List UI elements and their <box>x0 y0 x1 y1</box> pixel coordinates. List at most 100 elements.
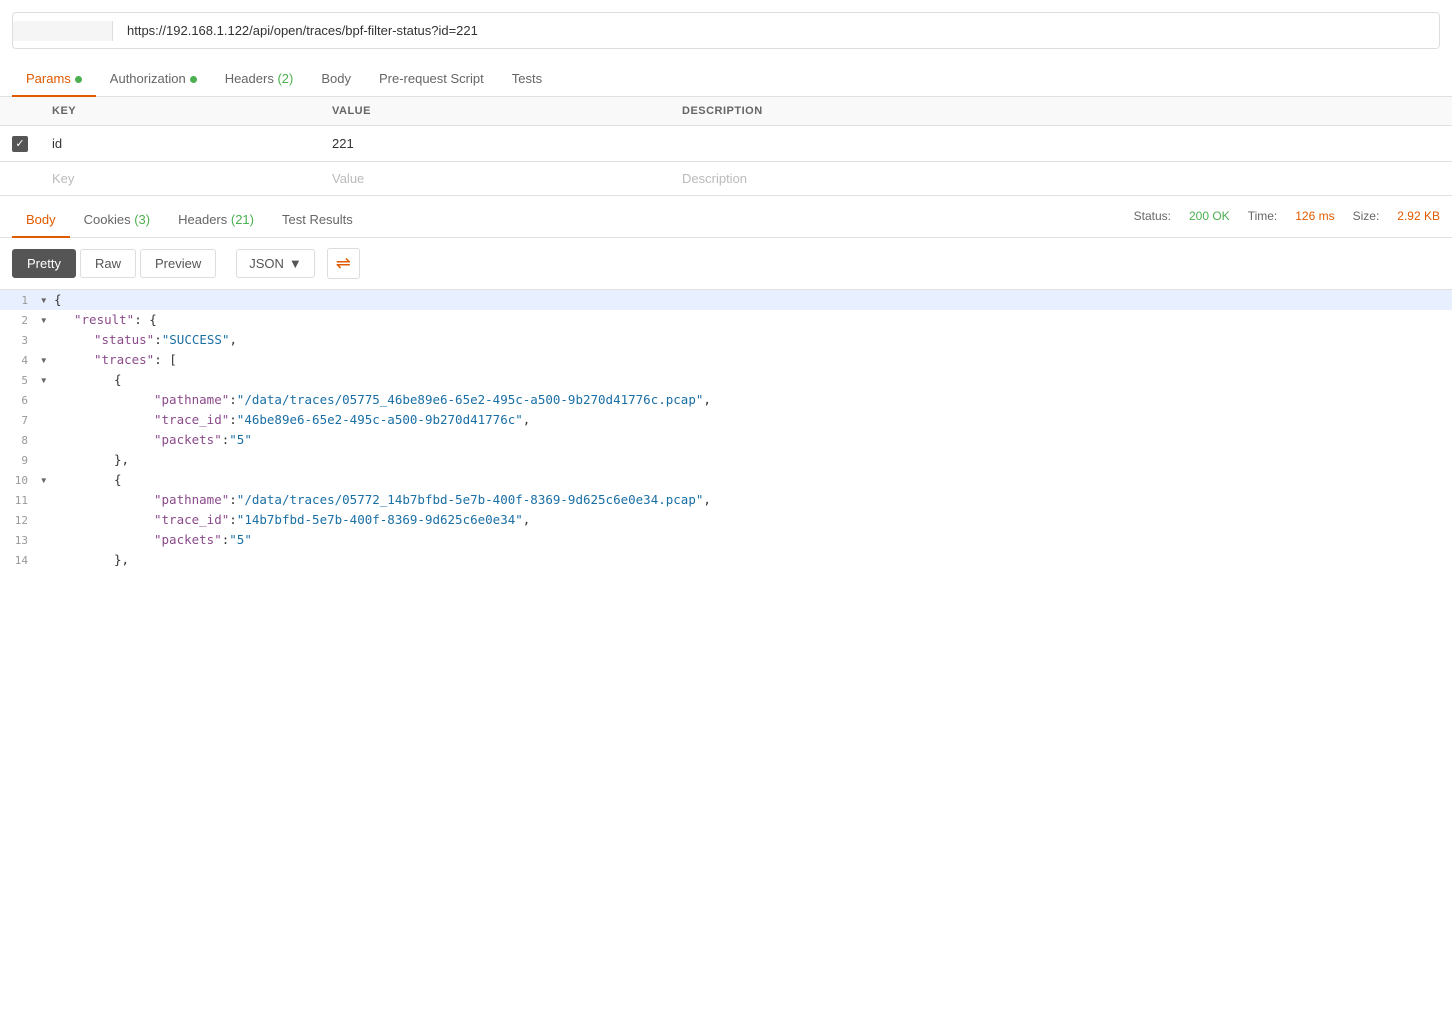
line-arrow-4[interactable]: ▾ <box>40 350 54 370</box>
line-arrow-5[interactable]: ▾ <box>40 370 54 390</box>
request-tabs: Params Authorization Headers (2) Body Pr… <box>0 61 1452 97</box>
response-status: Status: 200 OK Time: 126 ms Size: 2.92 K… <box>1134 209 1440 229</box>
line-num-5: 5 <box>8 372 40 390</box>
json-line-14: 14 }, <box>0 550 1452 570</box>
line-arrow-9 <box>40 450 54 470</box>
json-line-1: 1 ▾ { <box>0 290 1452 310</box>
tab-headers[interactable]: Headers (2) <box>211 61 308 96</box>
format-type-chevron: ▼ <box>289 256 302 271</box>
json-line-7: 7 "trace_id": "46be89e6-65e2-495c-a500-9… <box>0 410 1452 430</box>
preview-button[interactable]: Preview <box>140 249 216 278</box>
row-key: id <box>40 126 320 162</box>
tab-params[interactable]: Params <box>12 61 96 96</box>
line-arrow-3 <box>40 330 54 350</box>
tab-response-body-label: Body <box>26 212 56 227</box>
line-arrow-6 <box>40 390 54 410</box>
line-num-14: 14 <box>8 552 40 570</box>
line-num-8: 8 <box>8 432 40 450</box>
tab-tests[interactable]: Tests <box>498 61 556 96</box>
tab-response-headers[interactable]: Headers (21) <box>164 202 268 237</box>
line-num-12: 12 <box>8 512 40 530</box>
line-arrow-11 <box>40 490 54 510</box>
tab-test-results-label: Test Results <box>282 212 353 227</box>
headers-count: (2) <box>277 71 293 86</box>
row-description <box>670 126 1452 162</box>
method-selector[interactable] <box>13 21 113 41</box>
json-line-12: 12 "trace_id": "14b7bfbd-5e7b-400f-8369-… <box>0 510 1452 530</box>
tab-cookies[interactable]: Cookies (3) <box>70 202 164 237</box>
line-arrow-10[interactable]: ▾ <box>40 470 54 490</box>
line-num-11: 11 <box>8 492 40 510</box>
row-checkbox[interactable]: ✓ <box>12 136 28 152</box>
table-row: ✓ id 221 <box>0 126 1452 162</box>
size-value: 2.92 KB <box>1397 209 1440 223</box>
row-checkbox-cell: ✓ <box>0 126 40 162</box>
line-num-13: 13 <box>8 532 40 550</box>
response-headers-count: (21) <box>231 212 254 227</box>
table-row-empty: Key Value Description <box>0 161 1452 195</box>
time-label: Time: <box>1248 209 1278 223</box>
line-arrow-14 <box>40 550 54 570</box>
json-line-9: 9 }, <box>0 450 1452 470</box>
empty-description[interactable]: Description <box>670 161 1452 195</box>
line-arrow-8 <box>40 430 54 450</box>
line-arrow-2[interactable]: ▾ <box>40 310 54 330</box>
response-section-header: Body Cookies (3) Headers (21) Test Resul… <box>0 202 1452 238</box>
line-arrow-12 <box>40 510 54 530</box>
line-num-9: 9 <box>8 452 40 470</box>
empty-key[interactable]: Key <box>40 161 320 195</box>
authorization-dot <box>190 76 197 83</box>
json-line-8: 8 "packets": "5" <box>0 430 1452 450</box>
status-label: Status: <box>1134 209 1171 223</box>
format-type-label: JSON <box>249 256 284 271</box>
time-value: 126 ms <box>1295 209 1334 223</box>
json-line-4: 4 ▾ "traces": [ <box>0 350 1452 370</box>
line-arrow-7 <box>40 410 54 430</box>
tab-body-label: Body <box>321 71 351 86</box>
wrap-icon: ⇌ <box>336 253 351 274</box>
params-dot <box>75 76 82 83</box>
json-line-5: 5 ▾ { <box>0 370 1452 390</box>
line-num-3: 3 <box>8 332 40 350</box>
tab-headers-label: Headers <box>225 71 278 86</box>
line-num-2: 2 <box>8 312 40 330</box>
empty-value[interactable]: Value <box>320 161 670 195</box>
tab-prerequest[interactable]: Pre-request Script <box>365 61 498 96</box>
description-header: DESCRIPTION <box>670 97 1452 126</box>
wrap-button[interactable]: ⇌ <box>327 248 360 279</box>
response-tabs: Body Cookies (3) Headers (21) Test Resul… <box>12 202 1134 237</box>
format-type-dropdown[interactable]: JSON ▼ <box>236 249 315 278</box>
tab-response-headers-label: Headers <box>178 212 231 227</box>
json-viewer: 1 ▾ { 2 ▾ "result": { 3 "status": "SUCCE… <box>0 290 1452 570</box>
tab-authorization-label: Authorization <box>110 71 186 86</box>
row-value: 221 <box>320 126 670 162</box>
line-num-7: 7 <box>8 412 40 430</box>
json-line-3: 3 "status": "SUCCESS", <box>0 330 1452 350</box>
status-value: 200 OK <box>1189 209 1230 223</box>
tab-tests-label: Tests <box>512 71 542 86</box>
line-num-4: 4 <box>8 352 40 370</box>
tab-authorization[interactable]: Authorization <box>96 61 211 96</box>
raw-button[interactable]: Raw <box>80 249 136 278</box>
json-line-10: 10 ▾ { <box>0 470 1452 490</box>
line-num-6: 6 <box>8 392 40 410</box>
tab-response-body[interactable]: Body <box>12 202 70 237</box>
line-num-1: 1 <box>8 292 40 310</box>
params-table: KEY VALUE DESCRIPTION ✓ id 221 Key Value… <box>0 97 1452 196</box>
tab-params-label: Params <box>26 71 71 86</box>
line-arrow-1[interactable]: ▾ <box>40 290 54 310</box>
tab-body[interactable]: Body <box>307 61 365 96</box>
size-label: Size: <box>1353 209 1380 223</box>
checkbox-col-header <box>0 97 40 126</box>
url-bar <box>12 12 1440 49</box>
url-input[interactable] <box>113 13 1439 48</box>
tab-test-results[interactable]: Test Results <box>268 202 367 237</box>
json-line-6: 6 "pathname": "/data/traces/05775_46be89… <box>0 390 1452 410</box>
json-line-11: 11 "pathname": "/data/traces/05772_14b7b… <box>0 490 1452 510</box>
tab-prerequest-label: Pre-request Script <box>379 71 484 86</box>
tab-cookies-label: Cookies <box>84 212 135 227</box>
json-line-13: 13 "packets": "5" <box>0 530 1452 550</box>
line-arrow-13 <box>40 530 54 550</box>
line-num-10: 10 <box>8 472 40 490</box>
pretty-button[interactable]: Pretty <box>12 249 76 278</box>
